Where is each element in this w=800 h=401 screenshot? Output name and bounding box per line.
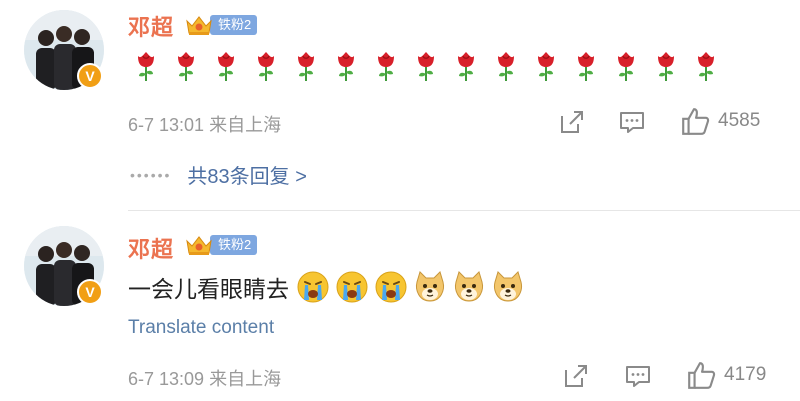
timestamp: 6-7 13:01 <box>128 115 205 135</box>
location: 来自上海 <box>209 369 282 389</box>
rose-emoji-row <box>134 50 718 82</box>
thumbs-up-icon <box>682 108 710 135</box>
reply-button[interactable] <box>624 362 652 390</box>
rose-icon <box>418 52 434 81</box>
crown-icon <box>186 16 212 35</box>
crown-icon <box>186 236 212 255</box>
comment-item: V 邓超 铁粉2 6-7 13:01 来自上海 4585 •••••• 共83条… <box>0 0 800 212</box>
comment-meta: 6-7 13:09 来自上海 <box>128 365 281 391</box>
rose-icon <box>298 52 314 81</box>
comment-meta: 6-7 13:01 来自上海 <box>128 111 281 137</box>
like-count: 4585 <box>718 110 761 131</box>
reply-button[interactable] <box>618 108 646 136</box>
rose-icon <box>498 52 514 81</box>
fan-badge-label: 铁粉2 <box>210 235 258 255</box>
rose-icon <box>258 52 274 81</box>
rose-icon <box>458 52 474 81</box>
doge-emoji-icon <box>455 271 483 302</box>
translate-content-link[interactable]: Translate content <box>128 317 274 339</box>
divider <box>128 210 800 211</box>
timestamp: 6-7 13:09 <box>128 369 205 389</box>
verified-badge-icon: V <box>77 279 103 305</box>
comment-icon <box>626 366 650 387</box>
rose-icon <box>178 52 194 81</box>
verified-badge-icon: V <box>77 63 103 89</box>
location: 来自上海 <box>209 115 282 135</box>
fan-badge-label: 铁粉2 <box>210 15 258 35</box>
doge-emoji-icon <box>494 271 522 302</box>
share-icon <box>561 111 583 133</box>
rose-icon <box>658 52 674 81</box>
comment-text-content: 一会儿看眼睛去 <box>128 276 289 302</box>
crying-emoji-icon <box>336 271 368 303</box>
share-icon <box>565 365 587 387</box>
comment-text: 一会儿看眼睛去 <box>128 270 525 304</box>
replies-label: 共83条回复 > <box>187 166 307 188</box>
emoji-row <box>291 270 525 304</box>
rose-icon <box>538 52 554 81</box>
view-replies-link[interactable]: •••••• 共83条回复 > <box>130 160 307 189</box>
rose-icon <box>698 52 714 81</box>
like-button[interactable]: 4585 <box>680 106 760 136</box>
fan-badge[interactable]: 铁粉2 <box>184 234 258 256</box>
fan-badge[interactable]: 铁粉2 <box>184 14 258 36</box>
doge-emoji-icon <box>416 271 444 302</box>
like-count: 4179 <box>724 364 767 385</box>
rose-icon <box>578 52 594 81</box>
rose-icon <box>218 52 234 81</box>
dots-separator: •••••• <box>130 166 172 183</box>
share-button[interactable] <box>562 362 590 390</box>
comment-icon <box>620 112 644 133</box>
rose-icon <box>378 52 394 81</box>
thumbs-up-icon <box>688 362 716 389</box>
username[interactable]: 邓超 <box>128 10 174 42</box>
share-button[interactable] <box>558 108 586 136</box>
username[interactable]: 邓超 <box>128 232 174 264</box>
like-button[interactable]: 4179 <box>686 360 766 390</box>
rose-icon <box>338 52 354 81</box>
comment-item: V 邓超 铁粉2 一会儿看眼睛去 Translate content 6-7 1… <box>0 212 800 401</box>
rose-icon <box>138 52 154 81</box>
crying-emoji-icon <box>375 271 407 303</box>
crying-emoji-icon <box>297 271 329 303</box>
rose-icon <box>618 52 634 81</box>
